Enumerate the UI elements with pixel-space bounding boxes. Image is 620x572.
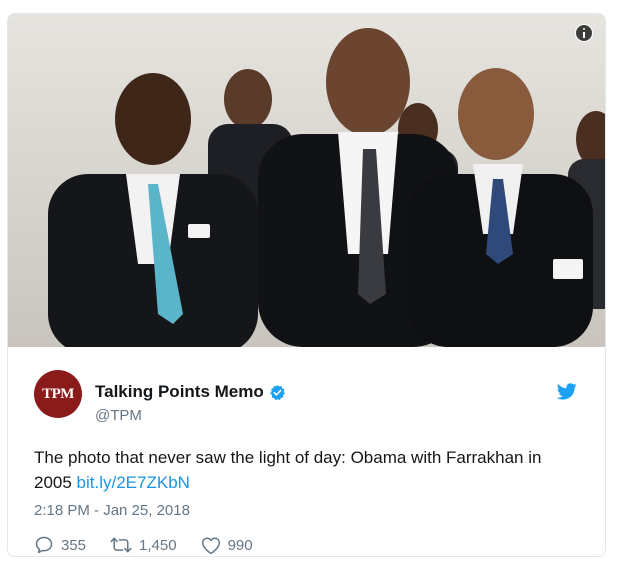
reply-bubble-icon [35,536,53,554]
avatar-text: TPM [42,385,74,402]
tweet-link[interactable]: bit.ly/2E7ZKbN [77,473,190,492]
heart-icon [201,537,220,554]
embedded-tweet-card[interactable]: TPM Talking Points Memo @TPM The photo t… [7,13,606,557]
tweet-timestamp[interactable]: 2:18 PM - Jan 25, 2018 [34,502,190,519]
retweet-arrows-icon [110,537,132,553]
twitter-bird-icon[interactable] [557,383,577,400]
retweet-count: 1,450 [139,536,177,554]
account-handle[interactable]: @TPM [95,407,142,424]
info-icon[interactable] [575,24,593,42]
avatar[interactable]: TPM [34,370,82,418]
tweet-actions: 355 1,450 990 [34,535,277,555]
verified-badge-icon [270,384,285,400]
like-button[interactable]: 990 [201,536,253,555]
reply-count: 355 [61,536,87,554]
retweet-button[interactable]: 1,450 [110,536,177,554]
account-name-text: Talking Points Memo [95,382,264,401]
tweet-text: The photo that never saw the light of da… [34,445,554,495]
like-count: 990 [227,536,253,554]
photo-illustration [8,14,605,347]
reply-button[interactable]: 355 [34,535,86,555]
tweet-photo[interactable] [8,14,605,347]
account-name[interactable]: Talking Points Memo [95,382,286,402]
